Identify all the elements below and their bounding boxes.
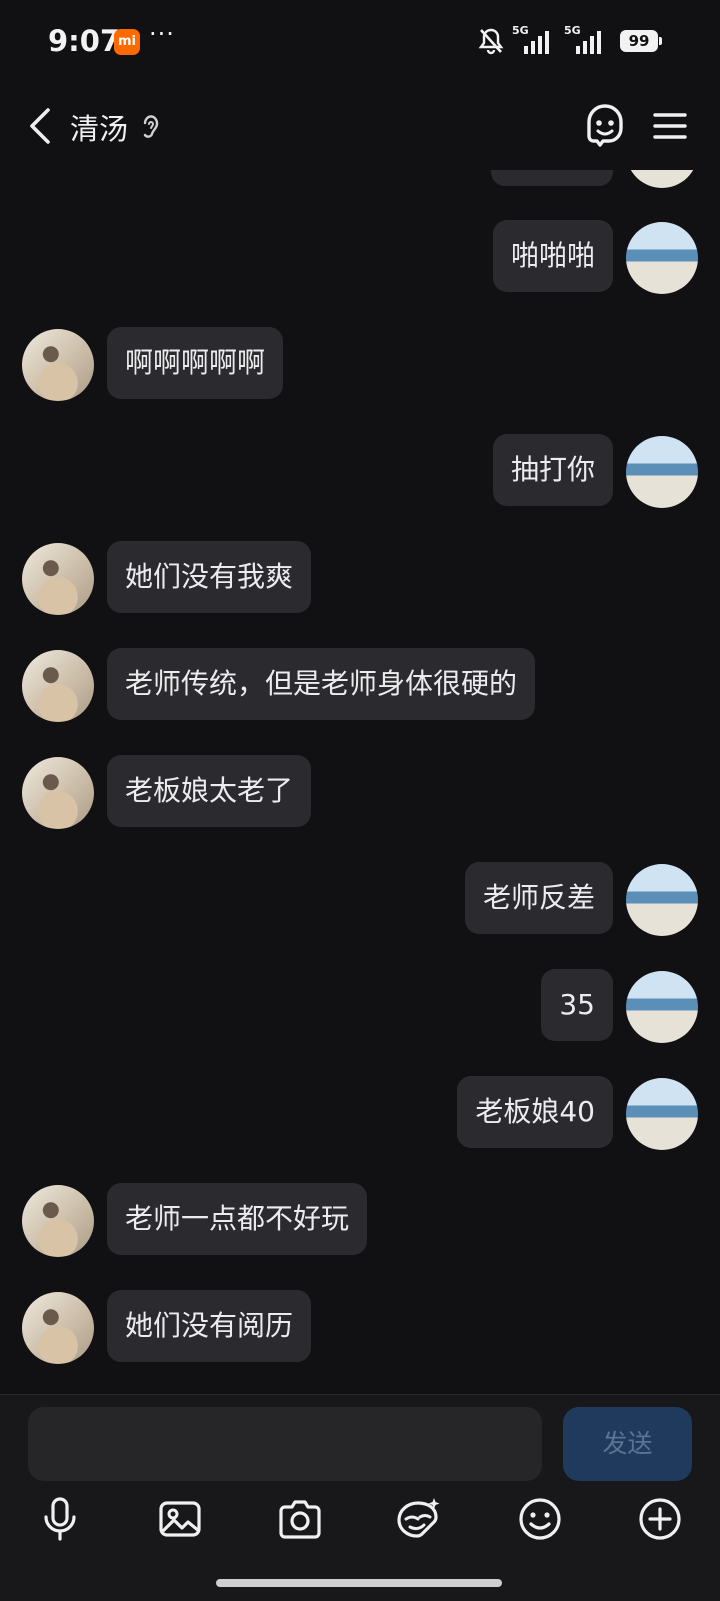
message-row: 啊啊啊啊啊	[0, 327, 720, 403]
message-row: 老板娘太老了	[0, 755, 720, 831]
home-indicator[interactable]	[216, 1579, 502, 1587]
message-row	[0, 170, 720, 190]
send-button[interactable]: 发送	[563, 1407, 692, 1481]
avatar[interactable]	[22, 329, 94, 401]
avatar[interactable]	[626, 864, 698, 936]
status-bar: 9:07 mi ··· 5G 5G 99	[0, 0, 720, 84]
message-bubble[interactable]: 老师反差	[464, 862, 613, 934]
ear-icon[interactable]	[140, 110, 162, 144]
chat-title[interactable]: 清汤	[70, 106, 128, 148]
message-input[interactable]	[28, 1407, 542, 1481]
microphone-icon[interactable]	[36, 1495, 84, 1543]
signal-5g-icon: 5G	[512, 24, 556, 56]
avatar[interactable]	[626, 971, 698, 1043]
mi-app-icon: mi	[114, 29, 140, 55]
more-notifications-icon: ···	[149, 20, 175, 48]
avatar[interactable]	[626, 1078, 698, 1150]
message-bubble[interactable]: 老板娘40	[457, 1076, 613, 1148]
message-bubble[interactable]: 啪啪啪	[492, 220, 613, 292]
avatar[interactable]	[22, 543, 94, 615]
message-row: 抽打你	[0, 434, 720, 510]
battery-indicator: 99	[620, 30, 662, 52]
avatar[interactable]	[22, 1185, 94, 1257]
composer-toolbar	[0, 1495, 720, 1555]
message-row: 老师传统，但是老师身体很硬的	[0, 648, 720, 724]
avatar[interactable]	[626, 436, 698, 508]
message-row: 老板娘40	[0, 1076, 720, 1152]
camera-icon[interactable]	[276, 1495, 324, 1543]
message-bubble[interactable]: 35	[541, 969, 613, 1041]
avatar[interactable]	[22, 1292, 94, 1364]
emoji-ghost-icon[interactable]	[584, 102, 626, 150]
status-time: 9:07	[48, 24, 121, 58]
status-right-group: 5G 5G 99	[478, 24, 662, 56]
message-bubble[interactable]: 她们没有阅历	[107, 1290, 312, 1362]
menu-icon[interactable]	[652, 110, 688, 142]
message-bubble[interactable]: 老师传统，但是老师身体很硬的	[107, 648, 536, 720]
chat-header: 清汤	[0, 84, 720, 170]
message-bubble[interactable]: 啊啊啊啊啊	[107, 327, 284, 399]
message-row: 老师反差	[0, 862, 720, 938]
message-bubble[interactable]: 老板娘太老了	[107, 755, 312, 827]
message-row: 她们没有阅历	[0, 1290, 720, 1366]
message-bubble[interactable]: 她们没有我爽	[107, 541, 312, 613]
image-icon[interactable]	[156, 1495, 204, 1543]
message-row: 35	[0, 969, 720, 1045]
avatar[interactable]	[626, 222, 698, 294]
message-row: 老师一点都不好玩	[0, 1183, 720, 1259]
message-bubble[interactable]: 老师一点都不好玩	[107, 1183, 368, 1255]
message-bubble[interactable]	[491, 170, 613, 186]
add-icon[interactable]	[636, 1495, 684, 1543]
sticker-icon[interactable]	[394, 1495, 442, 1543]
signal-5g-icon: 5G	[564, 24, 608, 56]
message-bubble[interactable]: 抽打你	[492, 434, 613, 506]
message-row: 她们没有我爽	[0, 541, 720, 617]
avatar[interactable]	[626, 170, 698, 188]
avatar[interactable]	[22, 757, 94, 829]
message-row: 啪啪啪	[0, 220, 720, 296]
composer: 发送	[0, 1394, 720, 1601]
message-list[interactable]: 啪啪啪啊啊啊啊啊抽打你她们没有我爽老师传统，但是老师身体很硬的 老板娘太老了老师反…	[0, 170, 720, 1394]
mute-bell-icon	[478, 28, 504, 55]
back-arrow-icon[interactable]	[24, 104, 56, 148]
avatar[interactable]	[22, 650, 94, 722]
emoji-icon[interactable]	[516, 1495, 564, 1543]
